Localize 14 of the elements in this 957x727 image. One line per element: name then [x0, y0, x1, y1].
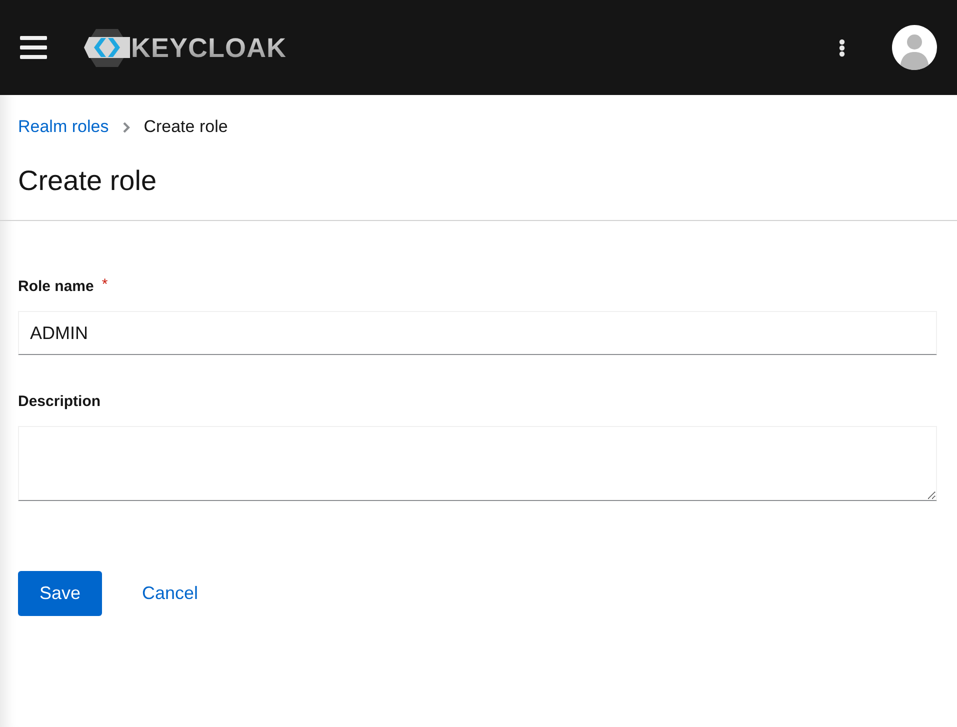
role-name-input[interactable]: ADMIN [18, 311, 937, 355]
page-title: Create role [18, 164, 158, 198]
field-label: Role name [18, 277, 94, 297]
cancel-link-button[interactable]: Cancel [120, 571, 220, 616]
required-asterisk: * [102, 276, 108, 294]
breadcrumb-link[interactable]: Realm roles [18, 115, 109, 139]
breadcrumb-current: Create role [144, 116, 228, 138]
save-button[interactable]: Save [18, 571, 102, 616]
field-label: Description [18, 392, 101, 412]
menu-icon[interactable] [20, 36, 47, 59]
logo-icon [84, 28, 130, 66]
avatar-icon[interactable] [892, 25, 937, 70]
chevron-right-icon [122, 122, 130, 132]
kebab-menu-icon[interactable] [839, 38, 845, 56]
